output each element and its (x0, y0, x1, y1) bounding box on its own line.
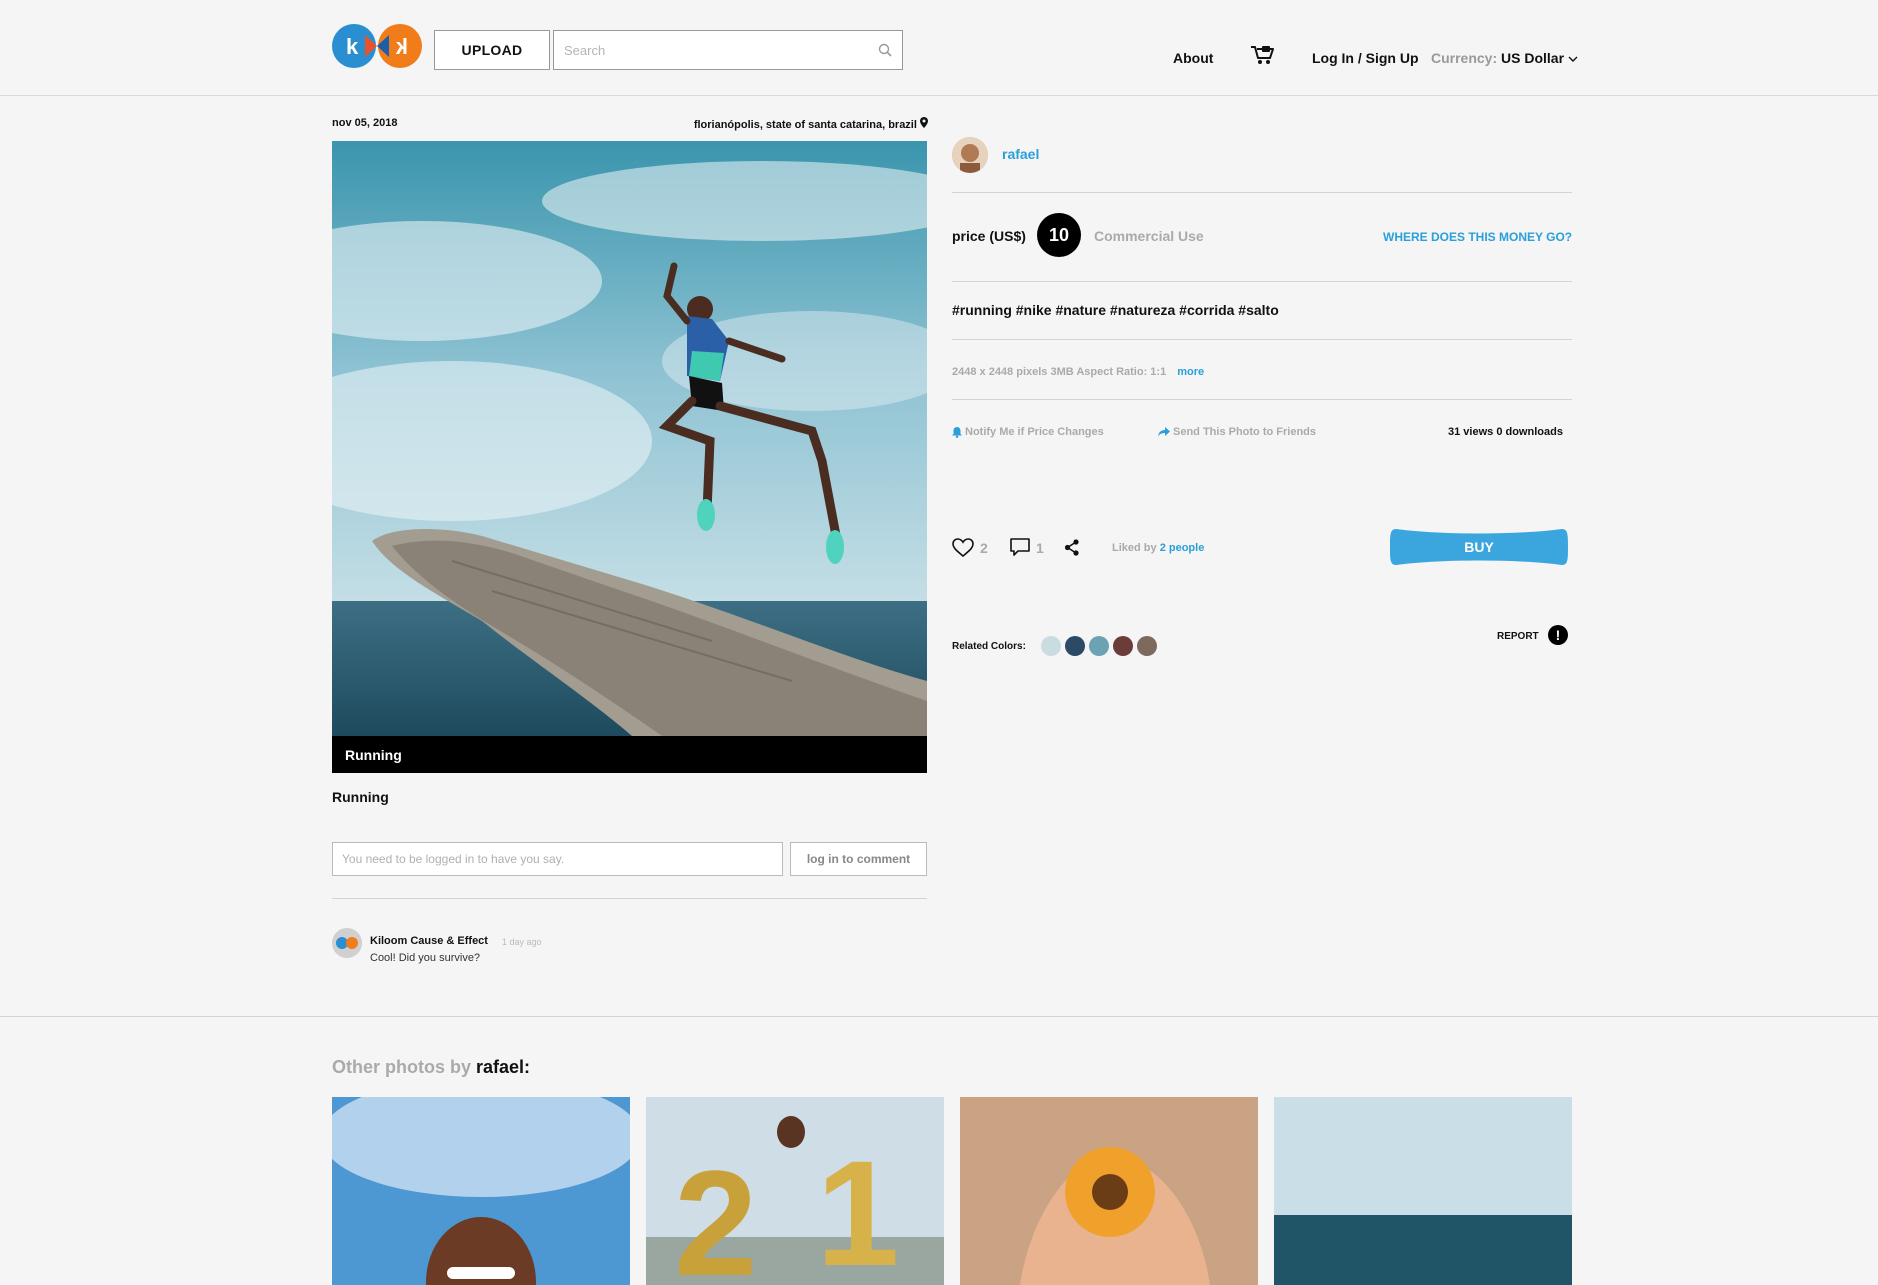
like-button[interactable]: 2 (952, 538, 988, 557)
color-swatch[interactable] (1113, 636, 1133, 656)
view-download-stats: 31 views 0 downloads (1448, 426, 1563, 438)
divider (952, 281, 1572, 282)
divider (952, 399, 1572, 400)
more-link[interactable]: more (1177, 366, 1204, 378)
location-text: florianópolis, state of santa catarina, … (693, 119, 917, 131)
comment-count: 1 (1036, 539, 1044, 556)
divider (952, 339, 1572, 340)
currency-selector[interactable]: Currency: US Dollar (1431, 50, 1578, 66)
color-swatch[interactable] (1041, 636, 1061, 656)
kiloom-logo[interactable]: k k (332, 22, 422, 70)
comment-timestamp: 1 day ago (502, 937, 542, 947)
price-value: 10 (1037, 213, 1081, 257)
login-to-comment-button[interactable]: log in to comment (790, 842, 927, 876)
comment-bubble-icon (1010, 538, 1030, 556)
liked-by-prefix: Liked by (1112, 542, 1157, 554)
author-avatar[interactable] (952, 137, 988, 173)
balloon-number-1: 1 (816, 1129, 899, 1285)
notify-price-link[interactable]: Notify Me if Price Changes (952, 426, 1104, 438)
other-photo-thumbnail[interactable] (1274, 1097, 1572, 1285)
search-input[interactable] (564, 42, 878, 58)
other-photos-heading: Other photos by rafael: (332, 1057, 530, 1078)
about-link[interactable]: About (1173, 50, 1213, 66)
other-photo-thumbnail[interactable]: 2 1 (646, 1097, 944, 1285)
liked-by: Liked by 2 people (1112, 542, 1204, 554)
currency-value: US Dollar (1501, 50, 1565, 66)
comment-avatar[interactable] (332, 928, 362, 958)
report-link[interactable]: REPORT (1497, 631, 1539, 642)
logo-letter-right: k (395, 34, 408, 59)
chevron-down-icon (1568, 56, 1578, 62)
search-box[interactable] (553, 30, 903, 70)
other-photo-thumbnail[interactable] (332, 1097, 630, 1285)
comments-divider (332, 898, 927, 899)
photo-tags[interactable]: #running #nike #nature #natureza #corrid… (952, 302, 1279, 318)
upload-button[interactable]: UPLOAD (434, 30, 550, 70)
bell-icon (952, 426, 962, 438)
alert-icon[interactable]: ! (1548, 625, 1568, 645)
color-swatch[interactable] (1065, 636, 1085, 656)
photo-title: Running (332, 789, 389, 805)
comment-text: Cool! Did you survive? (370, 952, 481, 964)
price-label: price (US$) (952, 228, 1026, 244)
license-type: Commercial Use (1094, 228, 1204, 244)
main-photo[interactable] (332, 141, 927, 736)
related-colors-label: Related Colors: (952, 641, 1026, 652)
balloon-number-2: 2 (674, 1139, 757, 1285)
photo-metadata: 2448 x 2448 pixels 3MB Aspect Ratio: 1:1… (952, 366, 1204, 378)
section-divider (0, 1016, 1878, 1017)
photo-caption-bar: Running (332, 736, 927, 773)
cart-icon[interactable] (1250, 44, 1276, 66)
share-arrow-icon (1158, 427, 1170, 437)
heart-icon (952, 538, 974, 557)
buy-button-label[interactable]: BUY (1390, 539, 1568, 555)
comment-button[interactable]: 1 (1010, 538, 1044, 557)
photo-date: nov 05, 2018 (332, 117, 398, 129)
other-photo-thumbnail[interactable] (960, 1097, 1258, 1285)
comment-author[interactable]: Kiloom Cause & Effect (370, 935, 488, 947)
other-photos-prefix: Other photos by (332, 1057, 471, 1077)
liked-by-people-link[interactable]: 2 people (1160, 542, 1205, 554)
divider (952, 192, 1572, 193)
author-username[interactable]: rafael (1002, 146, 1039, 162)
site-header (0, 0, 1878, 96)
share-icon[interactable] (1064, 539, 1080, 556)
send-label: Send This Photo to Friends (1173, 426, 1316, 438)
metadata-text: 2448 x 2448 pixels 3MB Aspect Ratio: 1:1 (952, 366, 1167, 378)
color-swatch[interactable] (1137, 636, 1157, 656)
like-count: 2 (980, 539, 988, 556)
other-photos-user[interactable]: rafael: (476, 1057, 530, 1077)
kiloom-avatar-icon (336, 937, 358, 949)
logo-letter-left: k (346, 34, 359, 59)
currency-label: Currency: (1431, 50, 1498, 66)
comment-input[interactable] (332, 842, 783, 876)
photo-location: florianópolis, state of santa catarina, … (600, 117, 928, 131)
search-icon[interactable] (878, 43, 892, 57)
map-pin-icon (920, 117, 928, 128)
author-avatar-image (952, 137, 988, 173)
send-to-friends-link[interactable]: Send This Photo to Friends (1158, 426, 1316, 438)
notify-label: Notify Me if Price Changes (965, 426, 1104, 438)
where-money-goes-link[interactable]: WHERE DOES THIS MONEY GO? (1383, 230, 1572, 244)
login-signup-link[interactable]: Log In / Sign Up (1312, 50, 1419, 66)
color-swatch[interactable] (1089, 636, 1109, 656)
